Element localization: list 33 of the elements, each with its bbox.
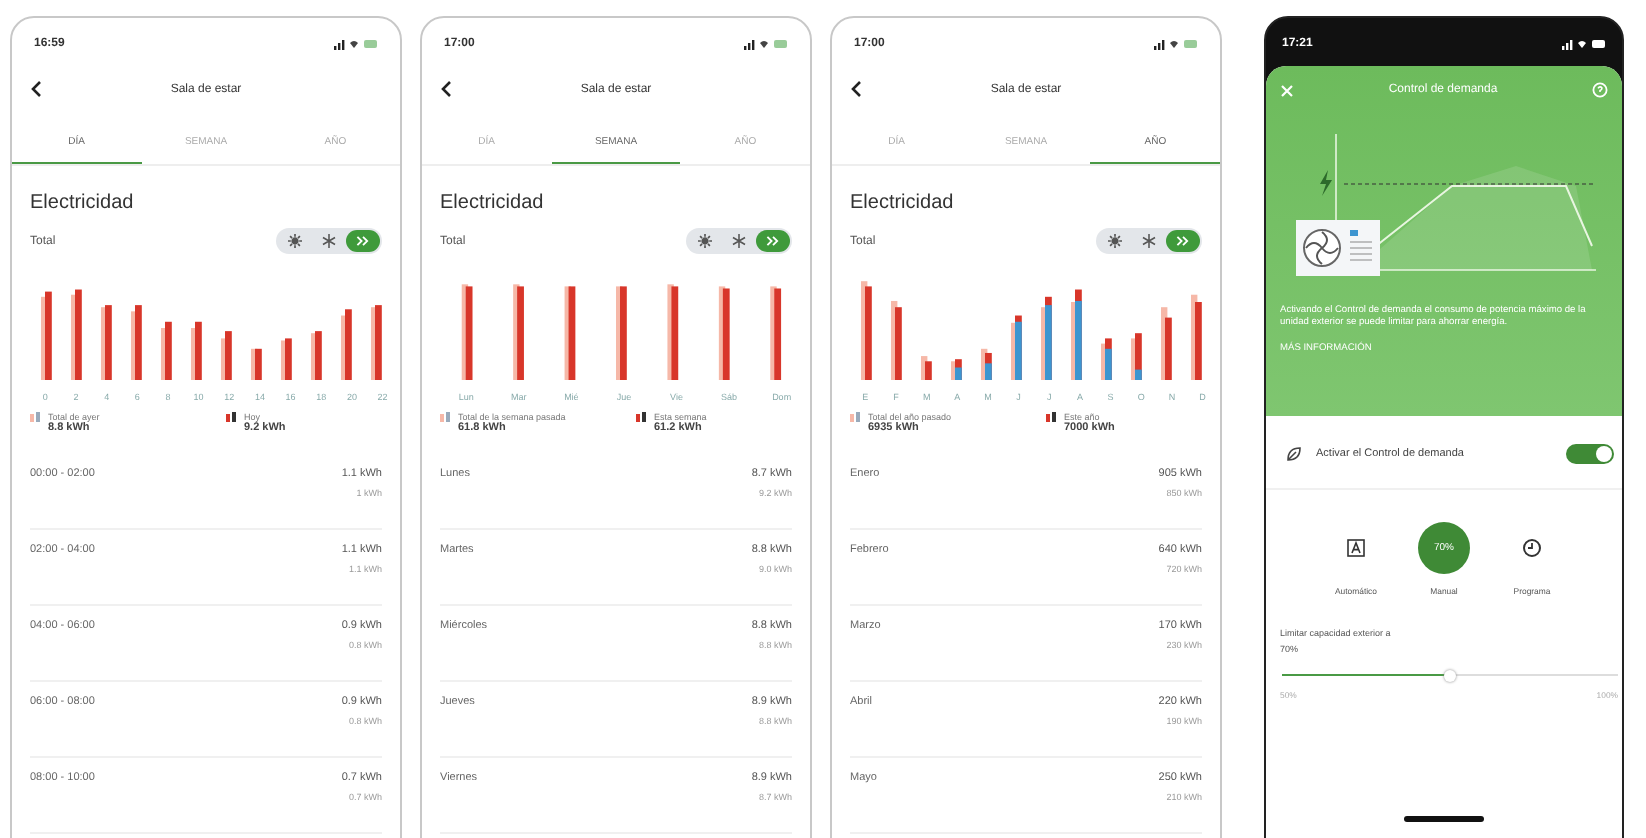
double-chevron-icon bbox=[1176, 234, 1190, 248]
legend-icon bbox=[440, 412, 452, 424]
sun-icon bbox=[1108, 234, 1122, 248]
double-arrow-button[interactable] bbox=[346, 230, 380, 252]
legend-icon bbox=[30, 412, 42, 424]
status-icons bbox=[1154, 38, 1198, 50]
back-icon[interactable] bbox=[30, 80, 42, 98]
status-icons bbox=[744, 38, 788, 50]
section-heading: Electricidad bbox=[30, 192, 136, 214]
clock-icon bbox=[1522, 538, 1542, 558]
letter-a-icon bbox=[1346, 538, 1366, 558]
status-icons bbox=[334, 38, 378, 50]
sun-icon bbox=[288, 234, 302, 248]
home-indicator bbox=[1404, 816, 1484, 822]
leaf-icon bbox=[1286, 446, 1302, 462]
section-heading: Electricidad bbox=[850, 192, 956, 214]
snowflake-icon bbox=[322, 234, 336, 248]
snowflake-icon bbox=[732, 234, 746, 248]
double-chevron-icon bbox=[766, 234, 780, 248]
legend-icon bbox=[1046, 412, 1058, 424]
double-arrow-button[interactable] bbox=[1166, 230, 1200, 252]
double-chevron-icon bbox=[356, 234, 370, 248]
sun-icon bbox=[698, 234, 712, 248]
legend-icon bbox=[850, 412, 862, 424]
back-icon[interactable] bbox=[440, 80, 452, 98]
back-icon[interactable] bbox=[850, 80, 862, 98]
snowflake-icon bbox=[1142, 234, 1156, 248]
double-arrow-button[interactable] bbox=[756, 230, 790, 252]
status-icons bbox=[1562, 38, 1606, 50]
section-heading: Electricidad bbox=[440, 192, 546, 214]
toggle-switch[interactable] bbox=[1566, 444, 1614, 464]
legend-icon bbox=[636, 412, 648, 424]
legend-icon bbox=[226, 412, 238, 424]
